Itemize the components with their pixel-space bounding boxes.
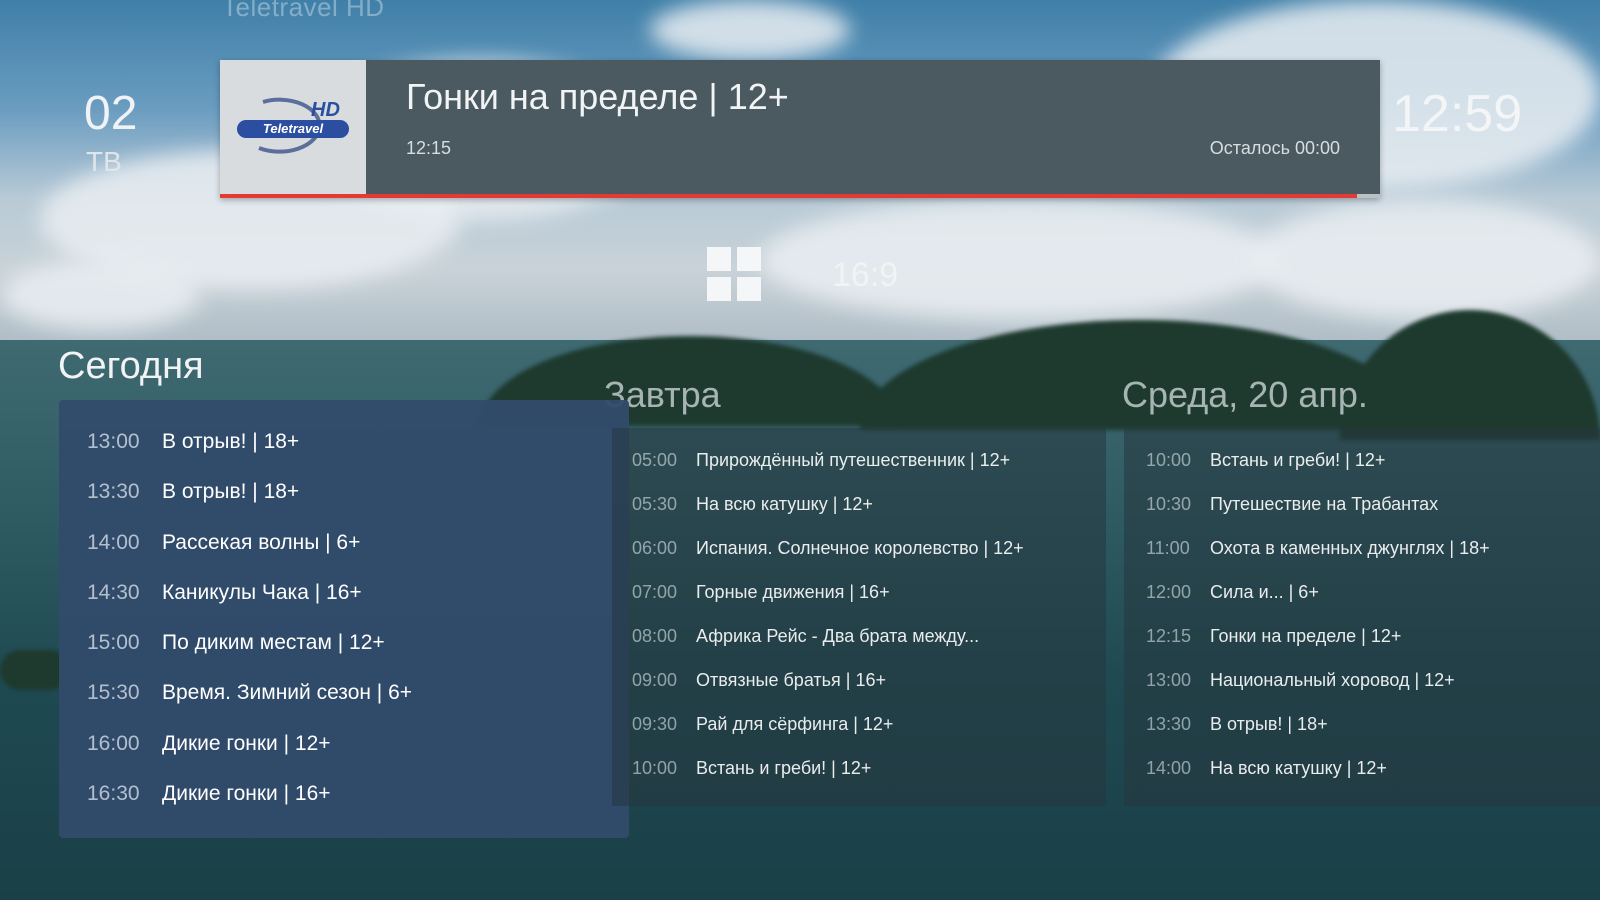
- program-title: По диким местам | 12+: [162, 631, 385, 654]
- program-time: 12:15: [1146, 626, 1192, 646]
- channel-logo: Teletravel HD: [220, 60, 366, 194]
- grid-icon[interactable]: [707, 247, 761, 301]
- program-time: 13:00: [87, 430, 140, 453]
- program-title: Дикие гонки | 12+: [162, 732, 331, 755]
- program-time: 14:00: [1146, 758, 1192, 778]
- progress-bar: [220, 194, 1357, 198]
- program-title: Прирождённый путешественник | 12+: [696, 450, 1011, 470]
- program-time: 14:30: [87, 581, 140, 604]
- program-title: Горные движения | 16+: [696, 582, 890, 602]
- channel-kind: ТВ: [86, 146, 122, 177]
- faded-channel-title: Teletravel HD: [222, 0, 385, 22]
- program-title: Национальный хоровод | 12+: [1210, 670, 1455, 690]
- program-time: 15:30: [87, 681, 140, 704]
- program-time: 11:00: [1146, 538, 1190, 558]
- program-title: Рассекая волны | 6+: [162, 531, 361, 554]
- program-time: 15:00: [87, 631, 140, 654]
- program-time: 10:00: [1146, 450, 1192, 470]
- wednesday-schedule-panel[interactable]: 10:00 Встань и греби! | 12+ 10:30 Путешест…: [1124, 428, 1600, 806]
- now-playing-remaining: Осталось 00:00: [1209, 138, 1340, 158]
- program-title: Испания. Солнечное королевство | 12+: [696, 538, 1024, 558]
- program-time: 12:00: [1146, 582, 1192, 602]
- logo-text: Teletravel: [263, 121, 324, 136]
- program-title: В отрыв! | 18+: [1210, 714, 1328, 734]
- program-title: Каникулы Чака | 16+: [162, 581, 362, 604]
- program-title: Сила и... | 6+: [1210, 582, 1319, 602]
- now-playing-card[interactable]: Teletravel HD Гонки на пределе | 12+ 12:…: [220, 60, 1380, 198]
- program-title: На всю катушку | 12+: [1210, 758, 1387, 778]
- wednesday-title: Среда, 20 апр.: [1122, 374, 1368, 415]
- logo-badge: HD: [311, 99, 340, 121]
- program-title: Время. Зимний сезон | 6+: [162, 681, 413, 704]
- program-time: 05:30: [632, 494, 678, 514]
- now-playing-title: Гонки на пределе | 12+: [406, 76, 789, 117]
- program-title: Охота в каменных джунглях | 18+: [1210, 538, 1490, 558]
- program-time: 16:00: [87, 732, 140, 755]
- program-title: Путешествие на Трабантах: [1210, 494, 1439, 514]
- today-schedule-panel[interactable]: 13:00 В отрыв! | 18+ 13:30 В отрыв! | 18+ …: [59, 400, 629, 838]
- program-time: 09:00: [632, 670, 678, 690]
- today-title: Сегодня: [58, 345, 204, 387]
- program-title: В отрыв! | 18+: [162, 430, 300, 453]
- program-title: В отрыв! | 18+: [162, 480, 300, 503]
- program-time: 10:30: [1146, 494, 1192, 514]
- program-time: 14:00: [87, 531, 140, 554]
- program-title: На всю катушку | 12+: [696, 494, 873, 514]
- clock: 12:59: [1392, 85, 1523, 143]
- tomorrow-schedule-panel[interactable]: 05:00 Прирождённый путешественник | 12+ 0…: [612, 428, 1106, 806]
- program-time: 08:00: [632, 626, 678, 646]
- program-title: Дикие гонки | 16+: [162, 782, 331, 805]
- program-time: 16:30: [87, 782, 140, 805]
- program-title: Встань и греби! | 12+: [1210, 450, 1386, 470]
- program-time: 13:30: [1146, 714, 1192, 734]
- program-title: Встань и греби! | 12+: [696, 758, 872, 778]
- program-title: Африка Рейс - Два брата между...: [696, 626, 980, 646]
- program-time: 05:00: [632, 450, 678, 470]
- cloud: [0, 260, 200, 330]
- cloud: [1250, 200, 1600, 320]
- program-time: 10:00: [632, 758, 678, 778]
- cloud: [650, 0, 850, 60]
- program-title: Отвязные братья | 16+: [696, 670, 887, 690]
- aspect-ratio-button[interactable]: 16:9: [832, 256, 898, 295]
- program-title: Гонки на пределе | 12+: [1210, 626, 1402, 646]
- program-title: Рай для сёрфинга | 12+: [696, 714, 894, 734]
- program-time: 13:30: [87, 480, 140, 503]
- program-time: 07:00: [632, 582, 678, 602]
- program-time: 09:30: [632, 714, 678, 734]
- program-time: 13:00: [1146, 670, 1192, 690]
- teletravel-logo: Teletravel HD: [237, 97, 349, 154]
- now-playing-start: 12:15: [406, 138, 452, 158]
- program-time: 06:00: [632, 538, 678, 558]
- channel-number: 02: [84, 87, 138, 140]
